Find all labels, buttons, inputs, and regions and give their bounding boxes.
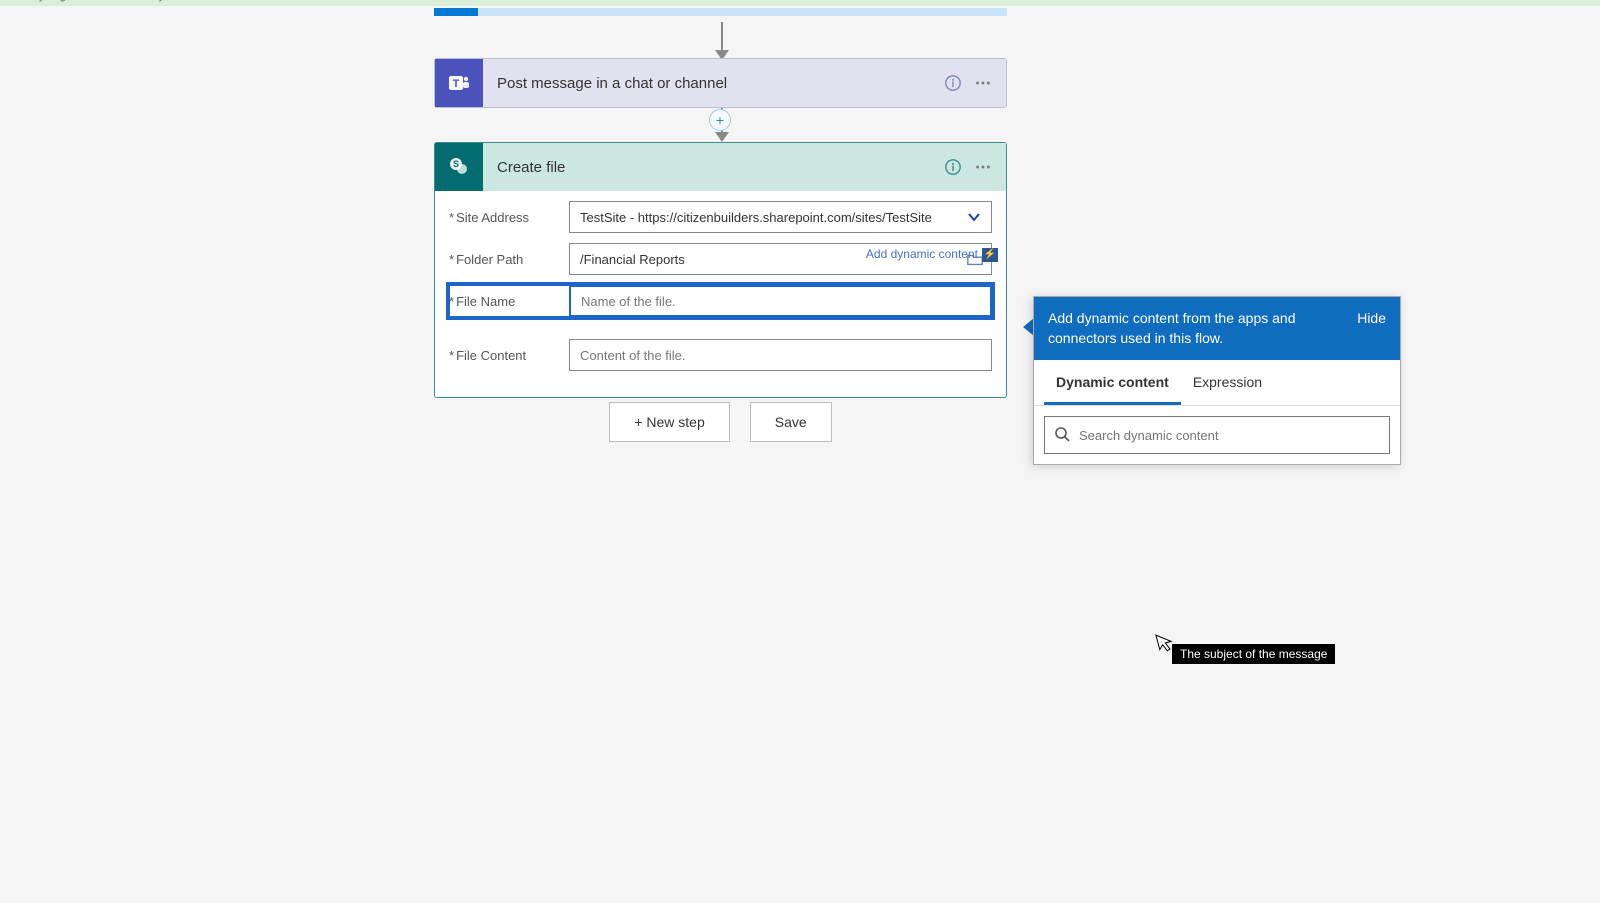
row-file-content: *File Content <box>449 339 992 371</box>
row-site-address: *Site Address <box>449 201 992 233</box>
tab-dynamic-content[interactable]: Dynamic content <box>1044 360 1181 405</box>
input-file-content[interactable] <box>569 339 992 371</box>
search-dynamic-content[interactable] <box>1044 416 1390 454</box>
trigger-card-accent <box>434 8 478 16</box>
info-icon[interactable] <box>938 68 968 98</box>
create-file-header[interactable]: S Create file <box>435 143 1006 191</box>
more-icon[interactable] <box>968 152 998 182</box>
save-button[interactable]: Save <box>750 402 832 442</box>
action-card-create-file: S Create file *Site Address <box>434 142 1007 398</box>
svg-text:T: T <box>453 78 460 90</box>
add-dynamic-content-hint[interactable]: Add dynamic content⚡ <box>866 247 998 262</box>
panel-header: Add dynamic content from the apps and co… <box>1034 297 1400 360</box>
more-icon[interactable] <box>968 68 998 98</box>
label-folder-path: *Folder Path <box>449 252 569 267</box>
teams-card-title: Post message in a chat or channel <box>483 75 938 92</box>
label-file-content: *File Content <box>449 348 569 363</box>
cursor-icon <box>1155 630 1176 653</box>
sharepoint-icon: S <box>435 143 483 191</box>
tooltip: The subject of the message <box>1172 644 1335 664</box>
lightning-icon: ⚡ <box>982 248 998 262</box>
new-step-button[interactable]: + New step <box>609 402 729 442</box>
flow-arrow <box>714 22 730 60</box>
panel-tabs: Dynamic content Expression <box>1034 360 1400 406</box>
tab-expression[interactable]: Expression <box>1181 360 1274 405</box>
label-file-name: *File Name <box>449 294 569 309</box>
dynamic-content-panel: Add dynamic content from the apps and co… <box>1033 296 1401 465</box>
info-icon[interactable] <box>938 152 968 182</box>
add-action-button[interactable]: + <box>709 109 731 131</box>
teams-icon: T <box>435 59 483 107</box>
create-file-title: Create file <box>483 159 938 176</box>
action-card-teams[interactable]: T Post message in a chat or channel <box>434 58 1007 108</box>
input-file-name[interactable] <box>569 285 992 317</box>
hide-button[interactable]: Hide <box>1357 309 1386 329</box>
panel-header-text: Add dynamic content from the apps and co… <box>1048 309 1347 348</box>
row-file-name: *File Name <box>449 285 992 317</box>
trigger-card-collapsed[interactable] <box>478 8 1007 16</box>
label-site-address: *Site Address <box>449 210 569 225</box>
svg-text:S: S <box>453 159 459 169</box>
search-icon <box>1054 426 1070 442</box>
input-site-address[interactable] <box>569 201 992 233</box>
